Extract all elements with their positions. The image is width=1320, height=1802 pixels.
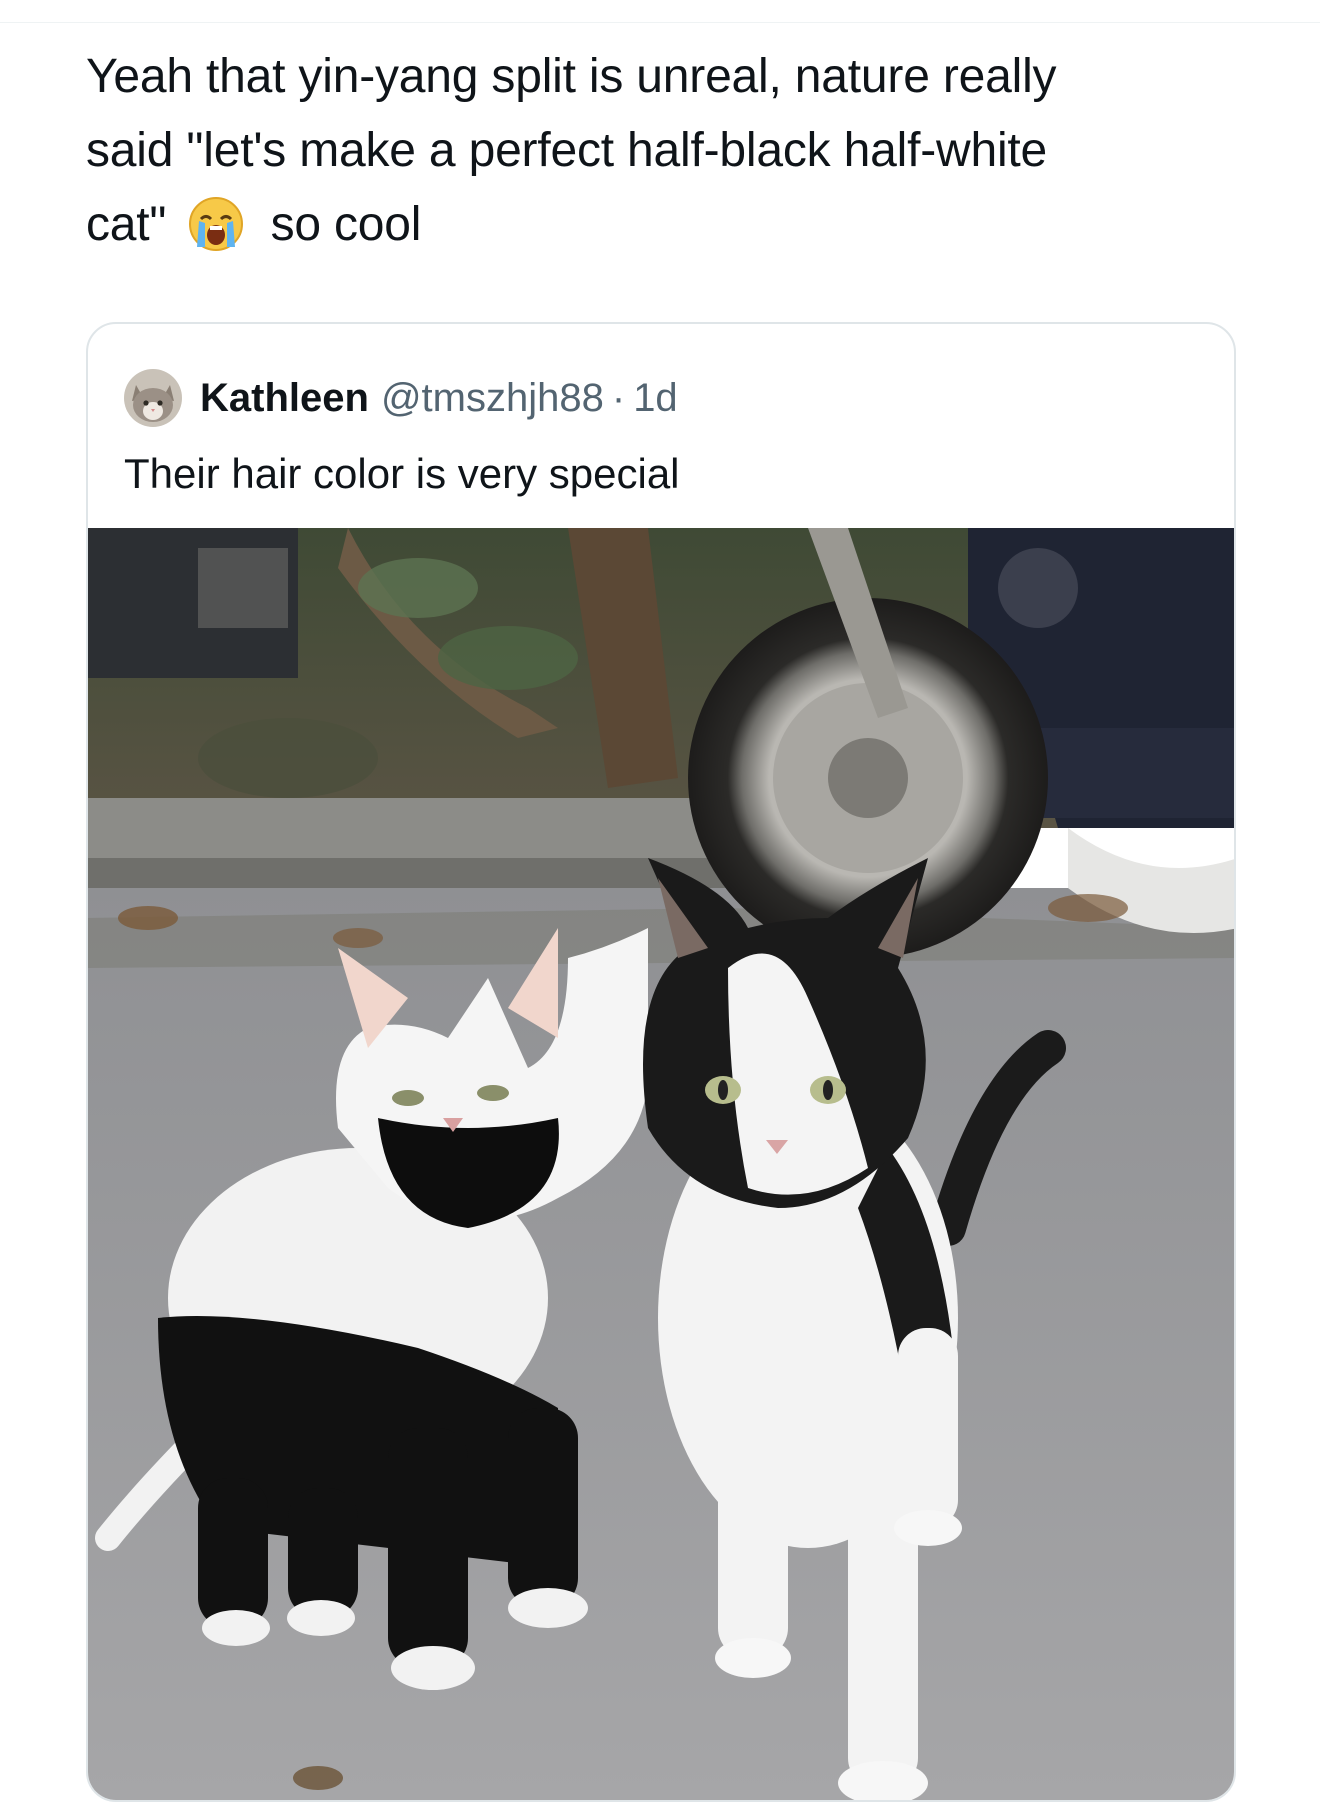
post-text-line-3-start: cat" <box>86 198 167 251</box>
loudly-crying-face-icon <box>187 195 245 253</box>
quoted-display-name[interactable]: Kathleen <box>200 376 369 421</box>
quoted-handle[interactable]: @tmszhjh88 <box>381 376 604 421</box>
post-text-line-3: cat" so cool <box>86 188 1216 262</box>
quoted-post-text: Their hair color is very special <box>124 450 680 497</box>
top-divider <box>0 22 1320 23</box>
two-kittens-photo[interactable] <box>88 528 1234 1800</box>
post-text: Yeah that yin-yang split is unreal, natu… <box>86 40 1216 262</box>
quoted-post-card[interactable]: Kathleen @tmszhjh88 · 1d Their hair colo… <box>86 322 1236 1802</box>
cat-avatar-icon[interactable] <box>124 369 182 427</box>
post-text-line-3-end: so cool <box>270 198 422 251</box>
post-text-line-1: Yeah that yin-yang split is unreal, natu… <box>86 50 1057 103</box>
separator-dot: · <box>611 375 626 420</box>
quoted-post-header: Kathleen @tmszhjh88 · 1d <box>124 369 678 427</box>
quoted-timestamp[interactable]: 1d <box>633 376 678 421</box>
post-text-line-2: said "let's make a perfect half-black ha… <box>86 124 1048 177</box>
